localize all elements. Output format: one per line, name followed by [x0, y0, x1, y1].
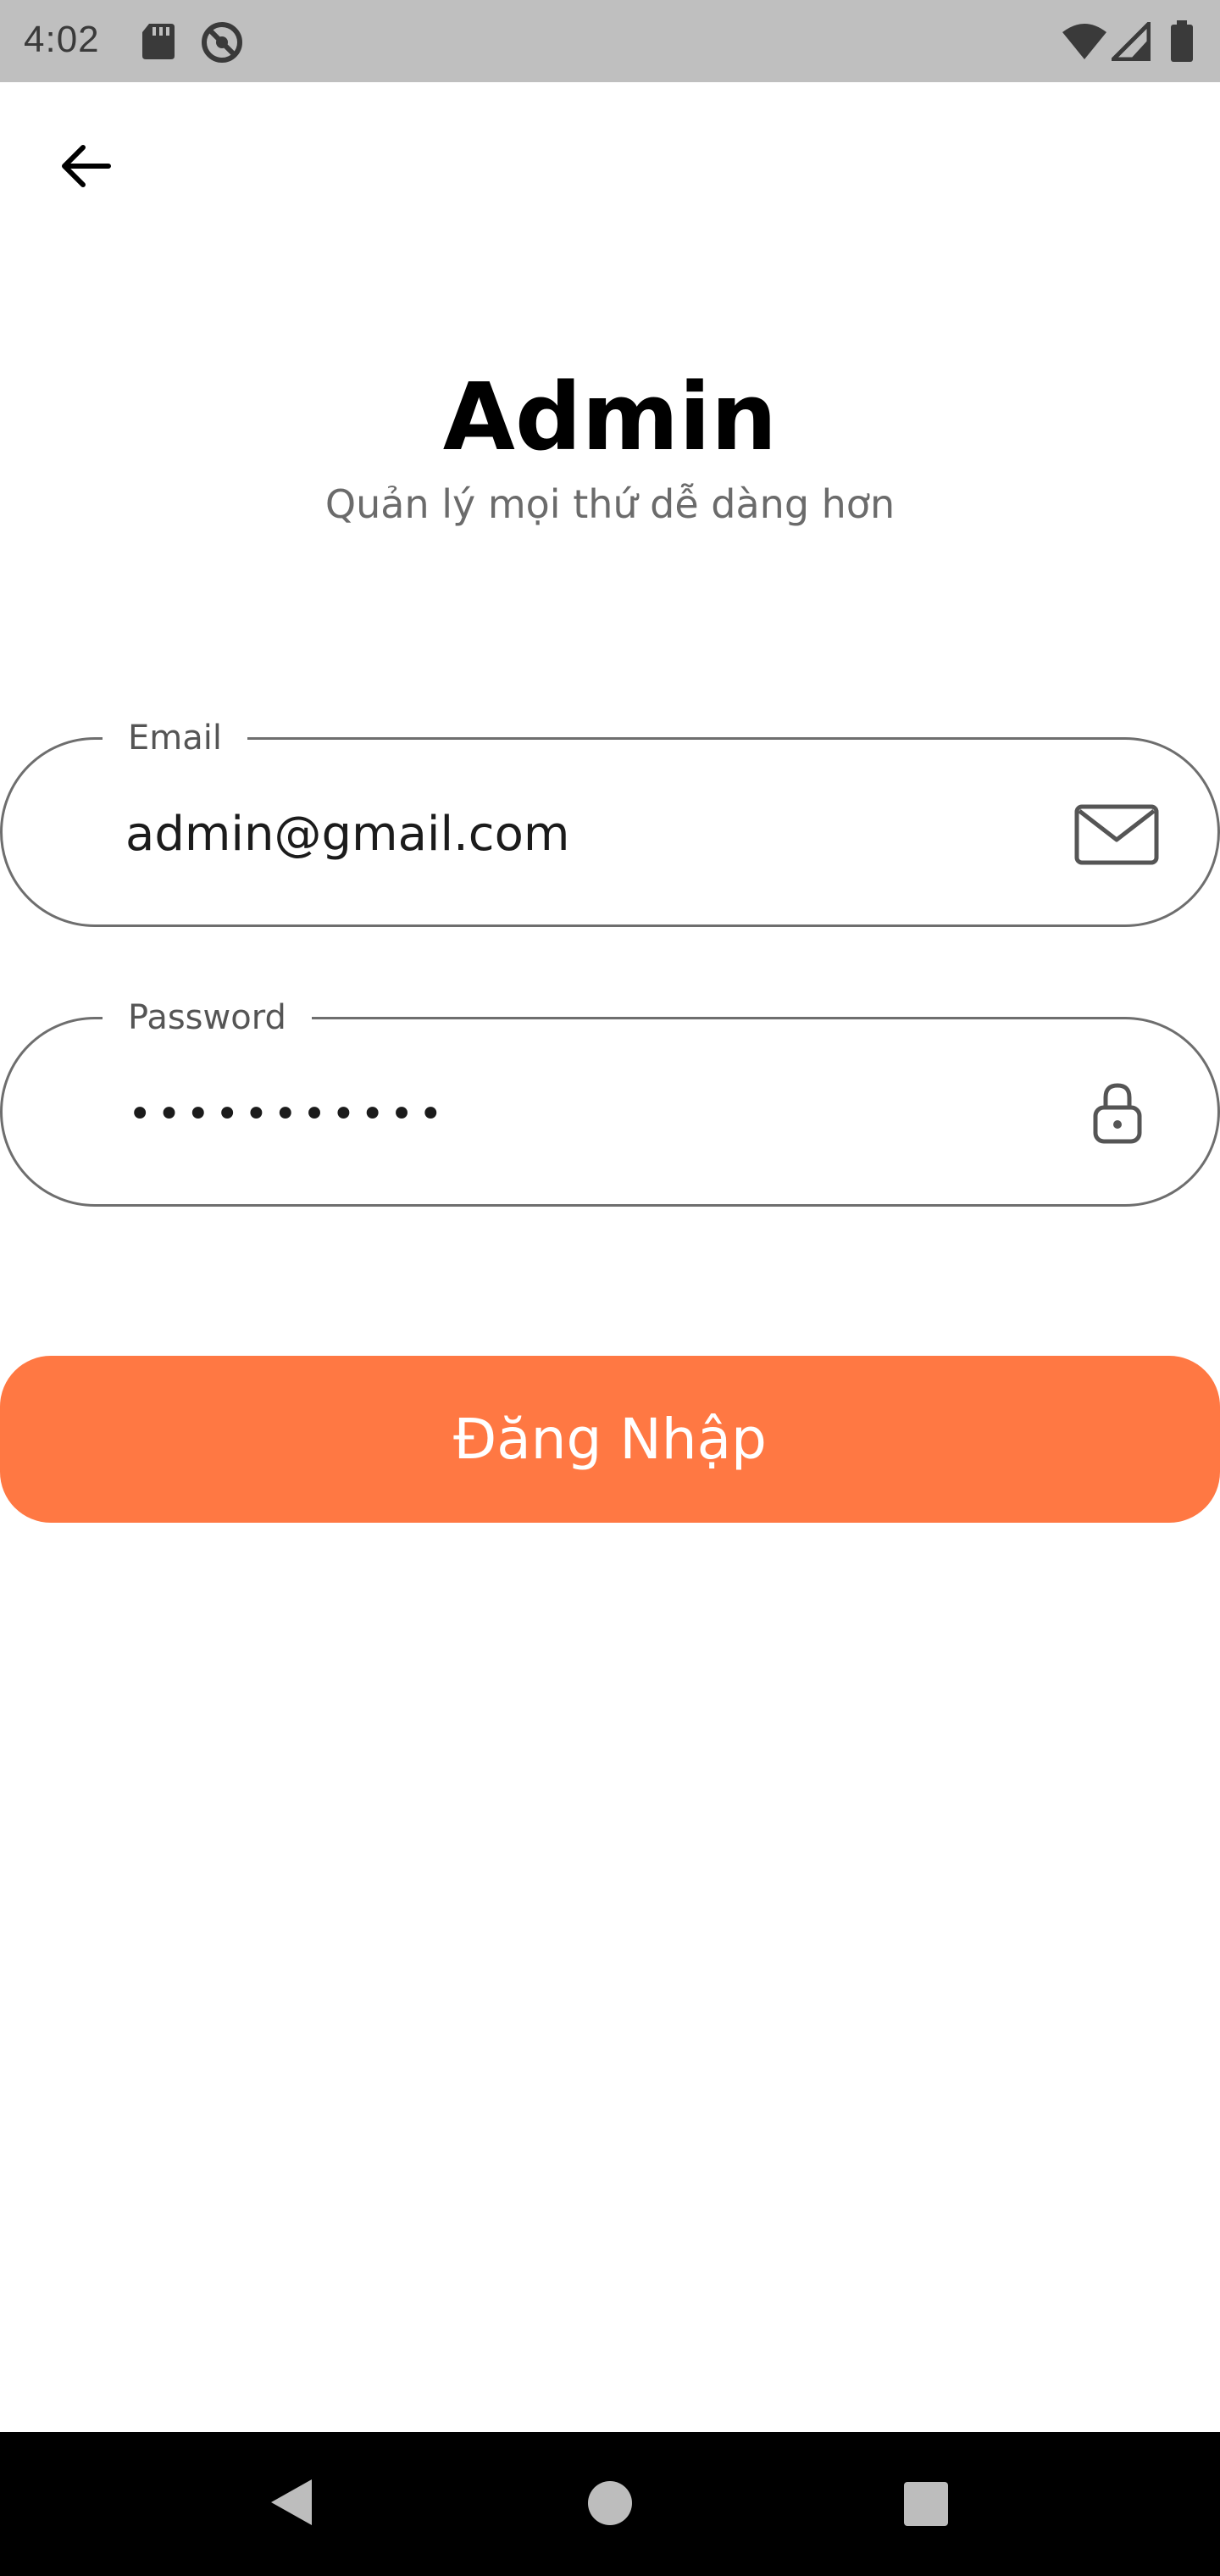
password-field[interactable]: Password •••••••••••	[0, 994, 1220, 1207]
arrow-left-icon	[58, 142, 112, 193]
login-button-label: Đăng Nhập	[453, 1407, 767, 1472]
password-input[interactable]: •••••••••••	[128, 1094, 447, 1135]
nav-home-icon[interactable]	[587, 2480, 633, 2529]
email-field[interactable]: Email admin@gmail.com	[0, 714, 1220, 927]
nav-recents-icon[interactable]	[903, 2481, 949, 2530]
sd-card-icon	[141, 22, 176, 64]
status-time: 4:02	[24, 19, 100, 60]
page-title: Admin	[442, 363, 778, 471]
status-bar: 4:02	[0, 0, 1220, 82]
battery-icon	[1169, 20, 1195, 66]
email-label: Email	[103, 714, 247, 762]
cell-signal-icon	[1107, 18, 1151, 64]
navigation-bar	[0, 2432, 1220, 2576]
login-button[interactable]: Đăng Nhập	[0, 1356, 1220, 1523]
email-input[interactable]: admin@gmail.com	[125, 808, 569, 862]
wifi-icon	[1061, 22, 1108, 64]
do-not-disturb-icon	[200, 20, 244, 68]
mail-icon	[1074, 804, 1159, 869]
back-button[interactable]	[44, 127, 125, 208]
lock-icon	[1092, 1080, 1143, 1148]
password-label: Password	[103, 994, 312, 1041]
page-subtitle: Quản lý mọi thứ dễ dàng hơn	[324, 481, 896, 527]
nav-back-icon[interactable]	[269, 2478, 313, 2530]
